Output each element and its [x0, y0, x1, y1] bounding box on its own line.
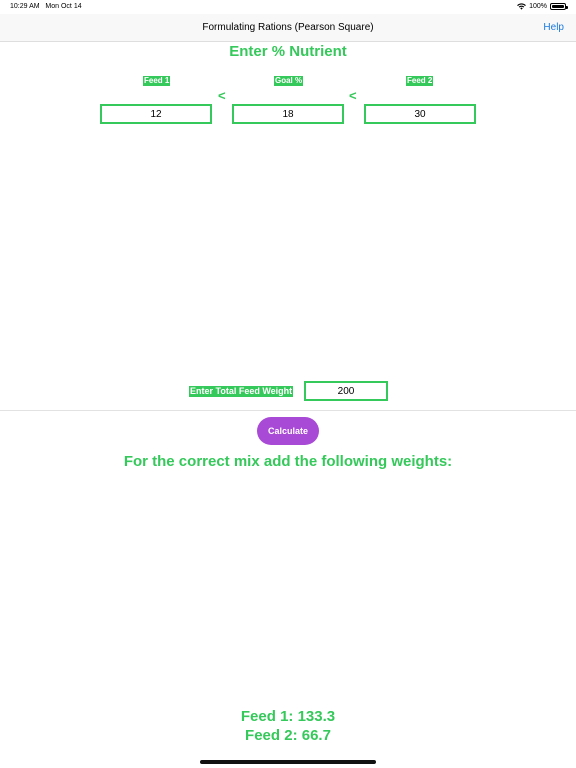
result-feed2: Feed 2: 66.7: [245, 727, 331, 744]
goal-label: Goal %: [274, 76, 304, 86]
calculate-button[interactable]: Calculate: [257, 417, 319, 445]
status-indicators: 100%: [517, 3, 568, 10]
feed1-label: Feed 1: [143, 76, 171, 86]
battery-fill: [552, 5, 564, 8]
total-weight-input[interactable]: [304, 381, 388, 401]
feed2-input[interactable]: [364, 104, 476, 124]
status-bar: 10:29 AM Mon Oct 14 100%: [0, 0, 576, 14]
battery-percent: 100%: [529, 3, 547, 10]
nutrient-heading: Enter % Nutrient: [229, 43, 347, 60]
feed2-label: Feed 2: [406, 76, 434, 86]
status-date: Mon Oct 14: [45, 3, 82, 10]
page-title: Formulating Rations (Pearson Square): [202, 22, 374, 33]
result-feed1: Feed 1: 133.3: [240, 708, 336, 725]
goal-input[interactable]: [232, 104, 344, 124]
wifi-icon: [517, 3, 526, 10]
help-button[interactable]: Help: [543, 22, 564, 33]
less-than-symbol-1: <: [218, 88, 226, 103]
home-indicator[interactable]: [200, 760, 376, 764]
divider: [0, 410, 576, 411]
battery-tip: [566, 6, 568, 9]
result-heading: For the correct mix add the following we…: [123, 453, 453, 470]
battery-icon: [550, 3, 568, 10]
total-weight-label: Enter Total Feed Weight: [189, 386, 294, 397]
feed1-input[interactable]: [100, 104, 212, 124]
status-time-date: 10:29 AM Mon Oct 14: [10, 3, 82, 10]
status-time: 10:29 AM: [10, 3, 40, 10]
less-than-symbol-2: <: [349, 88, 357, 103]
navigation-bar: Formulating Rations (Pearson Square) Hel…: [0, 14, 576, 42]
